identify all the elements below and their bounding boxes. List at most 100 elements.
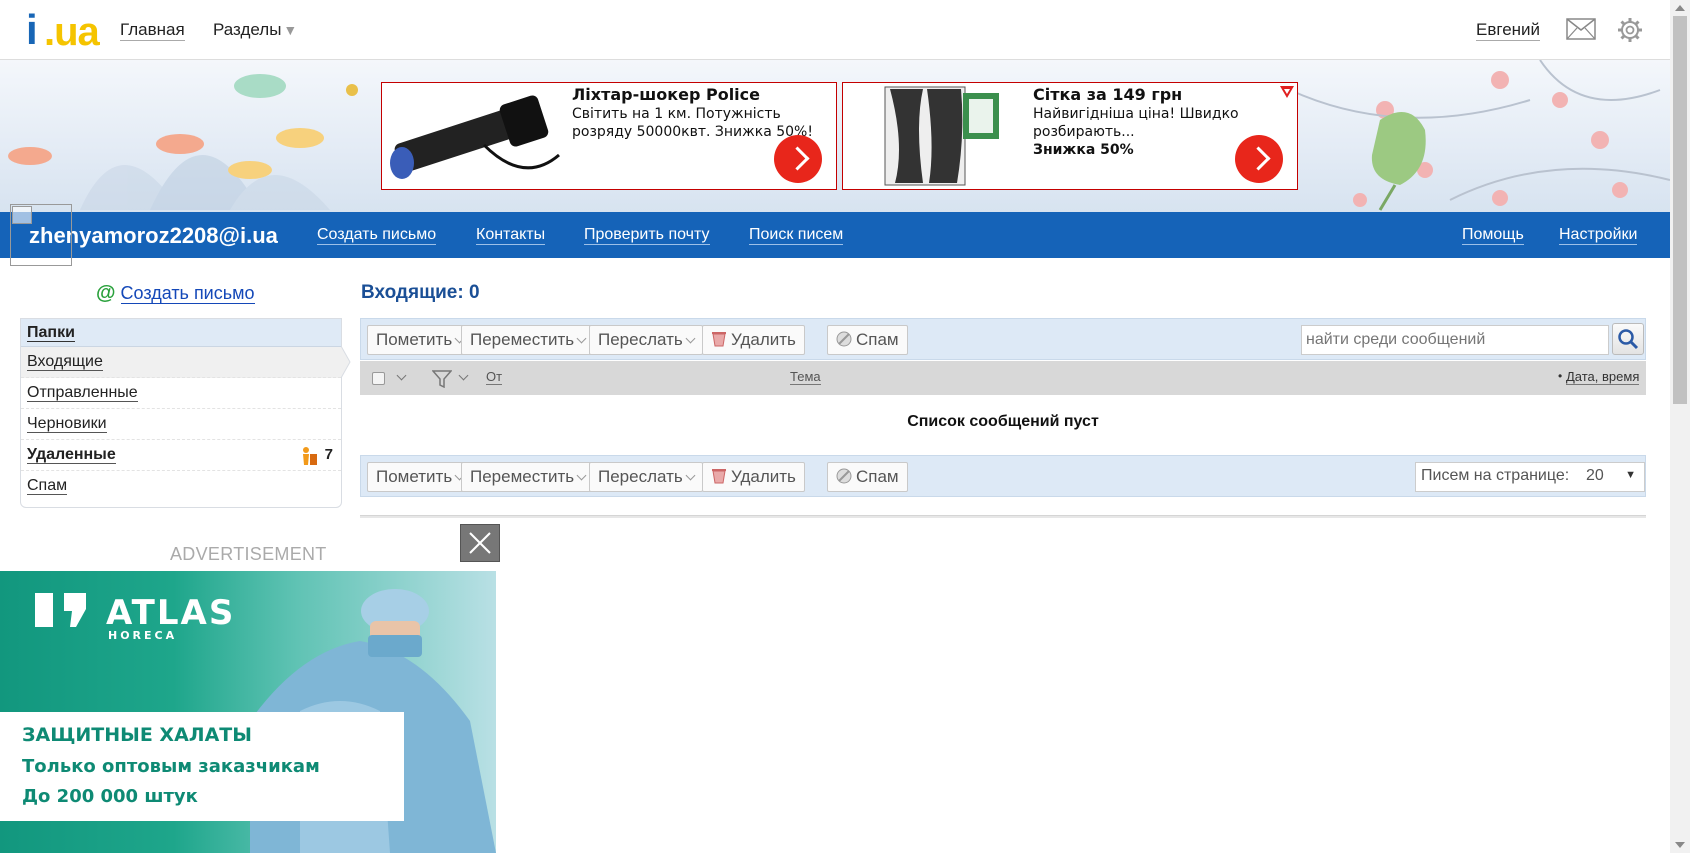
scroll-thumb[interactable] bbox=[1673, 16, 1687, 404]
delete-button[interactable]: Удалить bbox=[702, 325, 805, 355]
ad-description: Найвигідніша ціна! Швидко розбирають... bbox=[1033, 106, 1239, 140]
sort-subject[interactable]: Тема bbox=[790, 370, 821, 385]
per-page-label: Писем на странице: bbox=[1421, 467, 1570, 484]
adchoices-icon[interactable] bbox=[1279, 85, 1295, 99]
mesh-screen-image bbox=[845, 85, 1031, 187]
sections-label: Разделы bbox=[213, 20, 282, 39]
delete-label: Удалить bbox=[731, 467, 796, 486]
mark-dropdown[interactable]: Пометить bbox=[367, 462, 473, 492]
content-divider bbox=[360, 515, 1646, 518]
gear-icon[interactable] bbox=[1617, 17, 1643, 43]
move-dropdown[interactable]: Переместить bbox=[461, 325, 595, 355]
search-button[interactable] bbox=[1612, 323, 1644, 355]
chevron-down-icon[interactable] bbox=[396, 370, 407, 381]
atlas-line-1: ЗАЩИТНЫЕ ХАЛАТЫ bbox=[22, 724, 252, 746]
sections-menu[interactable]: Разделы ▼ bbox=[213, 20, 297, 40]
logo-i: i bbox=[26, 6, 38, 53]
ad-description: Світить на 1 км. Потужність розряду 5000… bbox=[572, 106, 813, 140]
compose-link[interactable]: Создать письмо bbox=[120, 283, 255, 304]
ad-arrow-button[interactable] bbox=[774, 135, 822, 183]
mail-navbar: zhenyamoroz2208@i.ua Создать письмо Конт… bbox=[0, 212, 1670, 258]
folders-header[interactable]: Папки bbox=[21, 319, 341, 347]
ad-mesh-screen[interactable]: Сітка за 149 грн Найвигідніша ціна! Швид… bbox=[842, 82, 1298, 190]
mark-label: Пометить bbox=[376, 467, 453, 486]
spam-button[interactable]: Спам bbox=[827, 462, 908, 492]
per-page-value: 20 bbox=[1586, 467, 1604, 484]
scroll-up-icon[interactable] bbox=[1675, 5, 1685, 11]
at-icon: @ bbox=[96, 282, 116, 304]
nav-settings[interactable]: Настройки bbox=[1559, 226, 1638, 245]
home-link[interactable]: Главная bbox=[120, 20, 185, 41]
chevron-down-icon bbox=[685, 333, 696, 344]
ad-arrow-button[interactable] bbox=[1235, 135, 1283, 183]
sort-date[interactable]: Дата, время bbox=[1566, 370, 1640, 385]
iua-logo[interactable]: i .ua bbox=[24, 6, 100, 55]
forward-label: Переслать bbox=[598, 330, 683, 349]
delete-button[interactable]: Удалить bbox=[702, 462, 805, 492]
nav-contacts[interactable]: Контакты bbox=[476, 226, 546, 245]
mark-label: Пометить bbox=[376, 330, 453, 349]
move-label: Переместить bbox=[470, 467, 575, 486]
ad-title: Сітка за 149 грн bbox=[1033, 85, 1183, 104]
close-icon bbox=[469, 532, 491, 554]
logo-ua: .ua bbox=[44, 10, 100, 54]
caret-down-icon: ▼ bbox=[1625, 469, 1636, 481]
nav-compose[interactable]: Создать письмо bbox=[317, 226, 437, 245]
advertisement-label: ADVERTISEMENT bbox=[170, 544, 327, 564]
atlas-line-3: До 200 000 штук bbox=[22, 786, 198, 807]
message-list-header: От Тема • Дата, время bbox=[360, 361, 1646, 395]
move-label: Переместить bbox=[470, 330, 575, 349]
nav-help[interactable]: Помощь bbox=[1462, 226, 1524, 245]
top-toolbar: Пометить Переместить Переслать Удалить С… bbox=[360, 318, 1646, 360]
folders-title: Папки bbox=[27, 324, 75, 342]
per-page-select[interactable]: Писем на странице: 20 ▼ bbox=[1415, 462, 1645, 492]
flashlight-image bbox=[384, 85, 570, 187]
user-name-link[interactable]: Евгений bbox=[1476, 20, 1541, 41]
sidebar-item-drafts[interactable]: Черновики bbox=[21, 409, 341, 440]
folder-label: Черновики bbox=[27, 415, 107, 433]
sidebar-compose[interactable]: @ Создать письмо bbox=[96, 282, 255, 305]
sidebar-item-sent[interactable]: Отправленные bbox=[21, 378, 341, 409]
page-title: Входящие: 0 bbox=[361, 282, 480, 303]
filter-icon[interactable] bbox=[432, 370, 452, 388]
clear-trash-icon[interactable] bbox=[301, 446, 319, 466]
forward-dropdown[interactable]: Переслать bbox=[589, 325, 703, 355]
forward-label: Переслать bbox=[598, 467, 683, 486]
header-banner: Ліхтар-шокер Police Світить на 1 км. Пот… bbox=[0, 60, 1670, 212]
caret-down-icon: ▼ bbox=[283, 22, 298, 38]
sidebar-item-inbox[interactable]: Входящие bbox=[21, 347, 341, 378]
active-folder-pointer bbox=[341, 346, 351, 378]
mark-dropdown[interactable]: Пометить bbox=[367, 325, 473, 355]
forward-dropdown[interactable]: Переслать bbox=[589, 462, 703, 492]
envelope-icon[interactable] bbox=[1566, 18, 1596, 40]
delete-label: Удалить bbox=[731, 330, 796, 349]
folders-panel: Папки Входящие Отправленные Черновики Уд… bbox=[20, 318, 342, 508]
bottom-toolbar: Пометить Переместить Переслать Удалить С… bbox=[360, 455, 1646, 497]
ad-discount: Знижка 50% bbox=[1033, 142, 1134, 158]
close-ad-button[interactable] bbox=[460, 524, 500, 562]
empty-list-message: Список сообщений пуст bbox=[907, 413, 1099, 430]
select-all-checkbox[interactable] bbox=[372, 372, 385, 385]
sidebar-item-spam[interactable]: Спам bbox=[21, 471, 341, 502]
sort-from[interactable]: От bbox=[486, 370, 503, 385]
spam-button[interactable]: Спам bbox=[827, 325, 908, 355]
top-bar: i .ua Главная Разделы ▼ Евгений bbox=[0, 0, 1670, 60]
page-scrollbar[interactable] bbox=[1670, 0, 1690, 853]
search-icon bbox=[1618, 329, 1639, 350]
message-search-input[interactable] bbox=[1301, 325, 1609, 355]
chevron-down-icon[interactable] bbox=[458, 370, 469, 381]
nav-check-mail[interactable]: Проверить почту bbox=[584, 226, 710, 245]
chevron-down-icon bbox=[576, 333, 587, 344]
scroll-down-icon[interactable] bbox=[1675, 842, 1685, 848]
chevron-down-icon bbox=[685, 470, 696, 481]
folder-label: Спам bbox=[27, 477, 68, 495]
atlas-text-panel: ЗАЩИТНЫЕ ХАЛАТЫ Только оптовым заказчика… bbox=[0, 712, 404, 821]
atlas-ad-banner[interactable]: ATLAS HORECA ЗАЩИТНЫЕ ХАЛАТЫ Только опто… bbox=[0, 571, 496, 853]
nav-search-mail[interactable]: Поиск писем bbox=[749, 226, 844, 245]
ad-flashlight[interactable]: Ліхтар-шокер Police Світить на 1 км. Пот… bbox=[381, 82, 837, 190]
sidebar-item-deleted[interactable]: Удаленные 7 bbox=[21, 440, 341, 471]
atlas-brand-sub: HORECA bbox=[108, 629, 178, 642]
block-icon bbox=[836, 331, 852, 347]
deleted-count: 7 bbox=[324, 446, 333, 463]
move-dropdown[interactable]: Переместить bbox=[461, 462, 595, 492]
